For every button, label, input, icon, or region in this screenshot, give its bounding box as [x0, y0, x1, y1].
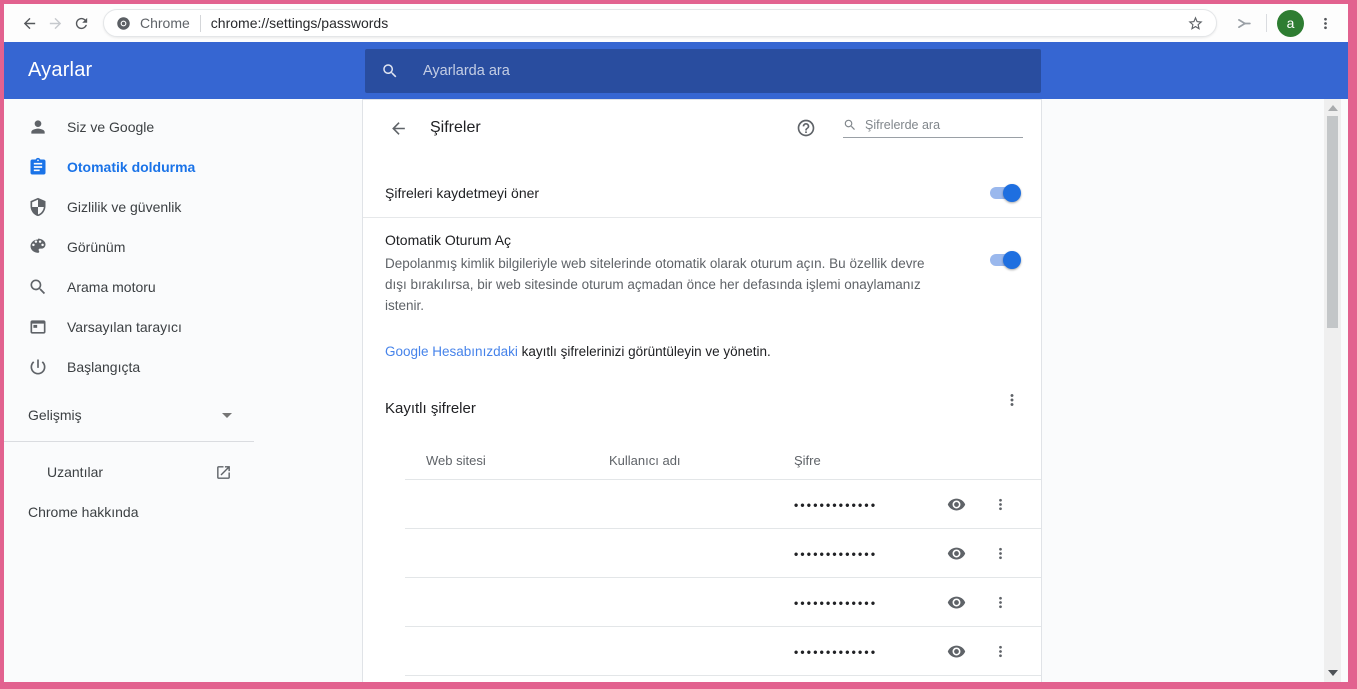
sidebar-item-search-engine[interactable]: Arama motoru	[4, 267, 254, 307]
sidebar-item-default-browser[interactable]: Varsayılan tarayıcı	[4, 307, 254, 347]
reload-icon[interactable]	[68, 10, 94, 36]
shield-icon	[28, 197, 48, 217]
search-icon	[843, 118, 857, 132]
chrome-logo-icon	[116, 16, 131, 31]
settings-header: Ayarlar Ayarlarda ara	[4, 42, 1348, 99]
auto-signin-title: Otomatik Oturum Aç	[385, 232, 945, 248]
google-account-suffix: kayıtlı şifrelerinizi görüntüleyin ve yö…	[518, 344, 771, 359]
subpage-header: Şifreler Şifrelerde ara	[363, 100, 1041, 156]
password-cell: •••••••••••••	[794, 547, 934, 561]
search-icon	[28, 277, 48, 297]
offer-save-passwords-row: Şifreleri kaydetmeyi öner	[363, 168, 1041, 218]
sidebar-item-you-and-google[interactable]: Siz ve Google	[4, 107, 254, 147]
show-password-eye-icon[interactable]	[944, 640, 968, 664]
password-cell: •••••••••••••	[794, 596, 934, 610]
avatar[interactable]: a	[1277, 10, 1304, 37]
sidebar-item-label: Gizlilik ve güvenlik	[67, 199, 181, 215]
sidebar-item-label: Otomatik doldurma	[67, 159, 195, 175]
show-password-eye-icon[interactable]	[944, 591, 968, 615]
table-row: •••••••••••••	[363, 578, 1041, 627]
sidebar-item-label: Arama motoru	[67, 279, 156, 295]
open-in-new-icon	[215, 464, 232, 481]
person-icon	[28, 117, 48, 137]
offer-save-label: Şifreleri kaydetmeyi öner	[385, 185, 539, 201]
toolbar-divider	[1266, 14, 1267, 32]
sidebar-item-privacy-security[interactable]: Gizlilik ve güvenlik	[4, 187, 254, 227]
search-icon	[381, 62, 399, 80]
password-cell: •••••••••••••	[794, 645, 934, 659]
sidebar-item-label: Başlangıçta	[67, 359, 140, 375]
forward-icon[interactable]	[42, 10, 68, 36]
table-row: •••••••••••••	[363, 480, 1041, 529]
table-row: •••••••••••••	[363, 529, 1041, 578]
column-password: Şifre	[794, 453, 934, 468]
column-username: Kullanıcı adı	[609, 453, 794, 468]
sidebar-advanced-toggle[interactable]: Gelişmiş	[4, 392, 254, 438]
scrollbar-thumb[interactable]	[1327, 116, 1338, 328]
scrollbar[interactable]	[1324, 99, 1341, 682]
password-search-input[interactable]: Şifrelerde ara	[843, 118, 1023, 138]
scrollbar-up-arrow-icon[interactable]	[1328, 105, 1338, 111]
password-search-placeholder: Şifrelerde ara	[865, 118, 940, 132]
toggle-knob	[1003, 184, 1021, 202]
row-menu-icon[interactable]	[989, 640, 1013, 664]
saved-passwords-title: Kayıtlı şifreler	[385, 400, 476, 417]
sidebar-item-about-chrome[interactable]: Chrome hakkında	[4, 495, 254, 529]
offer-save-toggle[interactable]	[990, 187, 1019, 199]
auto-signin-description: Depolanmış kimlik bilgileriyle web sitel…	[385, 253, 945, 316]
omnibox[interactable]: Chrome chrome://settings/passwords	[103, 9, 1217, 37]
extension-icon[interactable]	[1230, 10, 1256, 36]
scrollbar-down-arrow-icon[interactable]	[1328, 670, 1338, 676]
power-icon	[28, 357, 48, 377]
sidebar-item-label: Siz ve Google	[67, 119, 154, 135]
settings-search-input[interactable]: Ayarlarda ara	[365, 49, 1041, 93]
omnibox-product-label: Chrome	[140, 15, 190, 31]
settings-search-placeholder: Ayarlarda ara	[423, 63, 510, 79]
toggle-knob	[1003, 251, 1021, 269]
chevron-down-icon	[222, 413, 232, 418]
bookmark-star-icon[interactable]	[1182, 10, 1208, 36]
sidebar-item-autofill[interactable]: Otomatik doldurma	[4, 147, 254, 187]
browser-window-icon	[28, 317, 48, 337]
column-website: Web sitesi	[426, 453, 609, 468]
table-row: •••••••••••••	[363, 627, 1041, 676]
autofill-icon	[28, 157, 48, 177]
settings-title: Ayarlar	[28, 59, 92, 82]
omnibox-url[interactable]: chrome://settings/passwords	[211, 15, 1182, 31]
screenshot-frame: Chrome chrome://settings/passwords a Aya…	[0, 0, 1357, 689]
browser-menu-icon[interactable]	[1312, 10, 1338, 36]
row-menu-icon[interactable]	[989, 542, 1013, 566]
google-account-link[interactable]: Google Hesabınızdaki	[385, 344, 518, 359]
browser-window: Chrome chrome://settings/passwords a Aya…	[4, 4, 1348, 682]
extensions-label: Uzantılar	[47, 464, 103, 480]
row-menu-icon[interactable]	[989, 591, 1013, 615]
settings-sidebar: Siz ve Google Otomatik doldurma Gizlilik…	[4, 99, 254, 529]
sidebar-item-on-startup[interactable]: Başlangıçta	[4, 347, 254, 387]
show-password-eye-icon[interactable]	[944, 493, 968, 517]
back-arrow-icon[interactable]	[387, 117, 409, 139]
back-icon[interactable]	[16, 10, 42, 36]
sidebar-item-extensions[interactable]: Uzantılar	[4, 449, 254, 495]
passwords-table-header: Web sitesi Kullanıcı adı Şifre	[363, 440, 1041, 480]
auto-signin-toggle[interactable]	[990, 254, 1019, 266]
password-cell: •••••••••••••	[794, 498, 934, 512]
omnibox-separator	[200, 15, 201, 32]
help-icon[interactable]	[796, 118, 816, 138]
passwords-card: Şifreler Şifrelerde ara Şifreleri kaydet…	[362, 99, 1042, 682]
about-label: Chrome hakkında	[28, 504, 139, 520]
sidebar-item-appearance[interactable]: Görünüm	[4, 227, 254, 267]
auto-signin-row: Otomatik Oturum Aç Depolanmış kimlik bil…	[363, 218, 1041, 316]
sidebar-item-label: Görünüm	[67, 239, 125, 255]
page-title: Şifreler	[430, 119, 481, 137]
sidebar-divider	[4, 441, 254, 442]
google-account-row: Google Hesabınızdaki kayıtlı şifrelerini…	[363, 316, 1041, 359]
show-password-eye-icon[interactable]	[944, 542, 968, 566]
sidebar-item-label: Varsayılan tarayıcı	[67, 319, 182, 335]
row-menu-icon[interactable]	[989, 493, 1013, 517]
advanced-label: Gelişmiş	[28, 407, 82, 423]
palette-icon	[28, 237, 48, 257]
settings-body: Siz ve Google Otomatik doldurma Gizlilik…	[4, 99, 1348, 682]
saved-passwords-menu-icon[interactable]	[1003, 391, 1023, 411]
browser-toolbar: Chrome chrome://settings/passwords a	[4, 4, 1348, 42]
